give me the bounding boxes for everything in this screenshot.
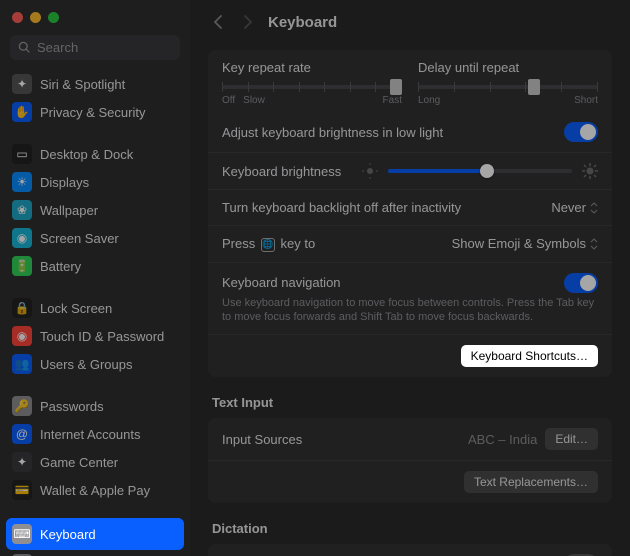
sidebar-item-siri-spotlight[interactable]: ✦ Siri & Spotlight	[0, 70, 190, 98]
chevron-updown-icon	[590, 202, 598, 214]
dictation-title: Dictation	[212, 521, 608, 536]
brightness-high-icon	[582, 163, 598, 179]
sidebar-item-label: Privacy & Security	[40, 105, 145, 120]
sidebar-item-passwords[interactable]: 🔑 Passwords	[0, 392, 190, 420]
forward-button[interactable]	[238, 12, 258, 32]
sidebar-icon: ◉	[12, 228, 32, 248]
sidebar-icon: ✦	[12, 74, 32, 94]
sidebar-item-users-groups[interactable]: 👥 Users & Groups	[0, 350, 190, 378]
adjust-brightness-label: Adjust keyboard brightness in low light	[222, 125, 443, 140]
text-input-title: Text Input	[212, 395, 608, 410]
sidebar-item-label: Desktop & Dock	[40, 147, 133, 162]
keyboard-shortcuts-button[interactable]: Keyboard Shortcuts…	[461, 345, 598, 367]
sidebar-item-label: Displays	[40, 175, 89, 190]
sidebar-icon: ✦	[12, 452, 32, 472]
input-sources-label: Input Sources	[222, 432, 302, 447]
sidebar-icon: ◉	[12, 326, 32, 346]
sidebar-icon: ✋	[12, 102, 32, 122]
sidebar-item-label: Battery	[40, 259, 81, 274]
sidebar-item-label: Users & Groups	[40, 357, 132, 372]
text-replacements-button[interactable]: Text Replacements…	[464, 471, 598, 493]
sidebar-icon: 🔋	[12, 256, 32, 276]
globe-icon: 🌐	[261, 238, 275, 252]
sidebar-item-screen-saver[interactable]: ◉ Screen Saver	[0, 224, 190, 252]
kbd-nav-desc: Use keyboard navigation to move focus be…	[222, 296, 598, 325]
sidebar-icon: 🔒	[12, 298, 32, 318]
sidebar-item-trackpad[interactable]: ▭Trackpad	[0, 550, 190, 556]
search-icon	[18, 41, 31, 54]
sidebar-item-label: Wallpaper	[40, 203, 98, 218]
sidebar-item-displays[interactable]: ☀ Displays	[0, 168, 190, 196]
press-globe-popup[interactable]: Show Emoji & Symbols	[452, 236, 598, 251]
sidebar-item-wallpaper[interactable]: ❀ Wallpaper	[0, 196, 190, 224]
sidebar-item-wallet-apple-pay[interactable]: 💳 Wallet & Apple Pay	[0, 476, 190, 504]
sidebar-item-internet-accounts[interactable]: @ Internet Accounts	[0, 420, 190, 448]
sidebar-item-label: Wallet & Apple Pay	[40, 483, 150, 498]
delay-repeat-label: Delay until repeat	[418, 60, 598, 75]
sidebar-item-label: Keyboard	[40, 527, 96, 542]
zoom-icon[interactable]	[48, 12, 59, 23]
sidebar-item-label: Touch ID & Password	[40, 329, 164, 344]
back-button[interactable]	[208, 12, 228, 32]
search-input[interactable]: Search	[10, 35, 180, 60]
sidebar-icon: ▭	[12, 144, 32, 164]
kbd-brightness-label: Keyboard brightness	[222, 164, 352, 179]
sidebar-nav: ✦ Siri & Spotlight ✋ Privacy & Security ▭ Des…	[0, 70, 190, 556]
sidebar-item-keyboard[interactable]: ⌨ Keyboard	[6, 518, 184, 550]
sidebar-icon: @	[12, 424, 32, 444]
sidebar-item-game-center[interactable]: ✦ Game Center	[0, 448, 190, 476]
sidebar-icon: ⌨	[12, 524, 32, 544]
sidebar-item-label: Game Center	[40, 455, 118, 470]
window-controls	[0, 8, 190, 31]
sidebar-icon: 🔑	[12, 396, 32, 416]
edit-input-sources-button[interactable]: Edit…	[545, 428, 598, 450]
kbd-brightness-slider[interactable]	[388, 169, 572, 173]
key-repeat-label: Key repeat rate	[222, 60, 402, 75]
chevron-updown-icon	[590, 238, 598, 250]
adjust-brightness-toggle[interactable]	[564, 122, 598, 142]
sidebar-item-privacy-security[interactable]: ✋ Privacy & Security	[0, 98, 190, 126]
page-title: Keyboard	[268, 14, 337, 31]
kbd-nav-toggle[interactable]	[564, 273, 598, 293]
press-globe-label: Press 🌐 key to	[222, 236, 315, 252]
minimize-icon[interactable]	[30, 12, 41, 23]
sidebar-item-label: Lock Screen	[40, 301, 112, 316]
close-icon[interactable]	[12, 12, 23, 23]
sidebar-item-label: Passwords	[40, 399, 104, 414]
brightness-low-icon	[362, 163, 378, 179]
delay-repeat-slider[interactable]	[418, 85, 598, 89]
backlight-off-popup[interactable]: Never	[551, 200, 598, 215]
search-placeholder: Search	[37, 40, 78, 55]
sidebar-item-battery[interactable]: 🔋 Battery	[0, 252, 190, 280]
kbd-nav-label: Keyboard navigation	[222, 275, 341, 290]
sidebar-item-label: Internet Accounts	[40, 427, 140, 442]
input-sources-value: ABC – India	[468, 432, 537, 447]
sidebar-icon: ❀	[12, 200, 32, 220]
sidebar-item-touch-id-password[interactable]: ◉ Touch ID & Password	[0, 322, 190, 350]
sidebar-icon: 💳	[12, 480, 32, 500]
sidebar-item-label: Siri & Spotlight	[40, 77, 125, 92]
sidebar-icon: ☀	[12, 172, 32, 192]
sidebar-icon: 👥	[12, 354, 32, 374]
sidebar-item-label: Screen Saver	[40, 231, 119, 246]
backlight-off-label: Turn keyboard backlight off after inacti…	[222, 200, 461, 215]
sidebar-item-desktop-dock[interactable]: ▭ Desktop & Dock	[0, 140, 190, 168]
key-repeat-slider[interactable]	[222, 85, 402, 89]
sidebar-item-lock-screen[interactable]: 🔒 Lock Screen	[0, 294, 190, 322]
